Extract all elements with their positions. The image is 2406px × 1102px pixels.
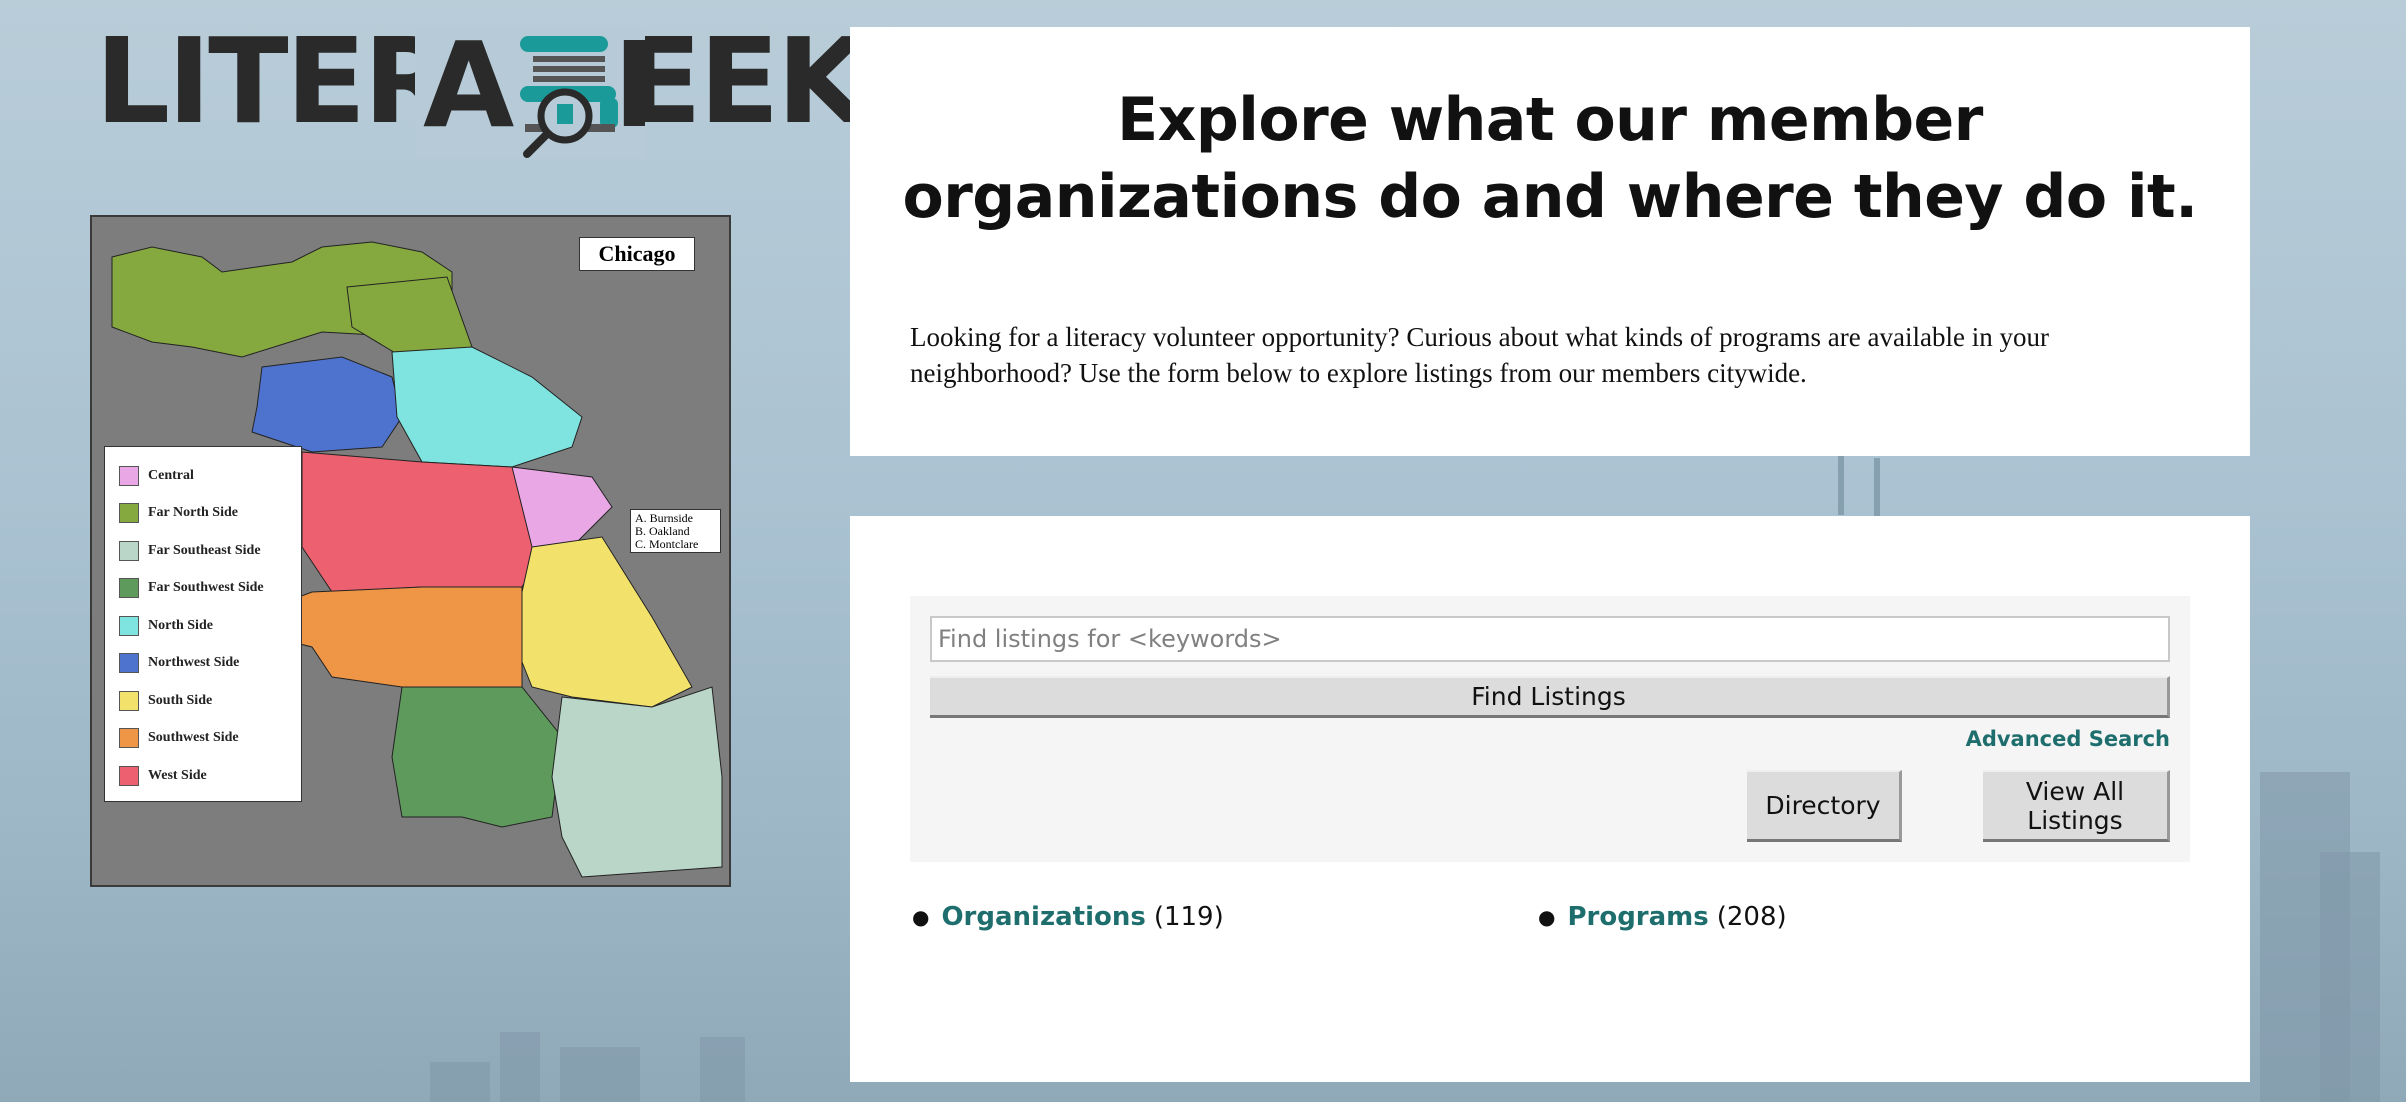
view-all-listings-button[interactable]: View All Listings xyxy=(1983,770,2170,842)
svg-text:A: A xyxy=(423,28,514,154)
legend-swatch xyxy=(119,728,139,749)
advanced-search-link[interactable]: Advanced Search xyxy=(1966,727,2170,751)
legend-swatch xyxy=(119,578,139,599)
legend-swatch xyxy=(119,503,139,524)
legend-item-west-side: West Side xyxy=(119,757,301,795)
legend-item-southwest-side: Southwest Side xyxy=(119,720,301,758)
legend-item-far-southeast-side: Far Southeast Side xyxy=(119,532,301,570)
legend-swatch xyxy=(119,615,139,636)
literaseek-logo[interactable]: LITERASEEK A E xyxy=(95,22,868,158)
legend-item-far-southwest-side: Far Southwest Side xyxy=(119,570,301,608)
programs-count-item: ● Programs (208) xyxy=(1538,902,1787,932)
legend-item-far-north-side: Far North Side xyxy=(119,495,301,533)
intro-text: Looking for a literacy volunteer opportu… xyxy=(910,322,2049,388)
search-panel: Find Listings Advanced Search Directory … xyxy=(850,516,2250,1082)
legend-item-central: Central xyxy=(119,457,301,495)
bullet-icon: ● xyxy=(1538,905,1556,929)
legend-swatch xyxy=(119,540,139,561)
programs-count: (208) xyxy=(1716,902,1787,932)
legend-swatch xyxy=(119,765,139,786)
legend-item-north-side: North Side xyxy=(119,607,301,645)
intro-panel: Explore what our member organizations do… xyxy=(850,27,2250,456)
map-legend: Central Far North Side Far Southeast Sid… xyxy=(104,446,302,802)
legend-item-south-side: South Side xyxy=(119,682,301,720)
legend-swatch xyxy=(119,465,139,486)
search-input[interactable] xyxy=(930,616,2170,662)
organizations-count: (119) xyxy=(1153,902,1224,932)
bullet-icon: ● xyxy=(912,905,930,929)
legend-swatch xyxy=(119,690,139,711)
svg-text:E: E xyxy=(613,28,645,154)
legend-item-northwest-side: Northwest Side xyxy=(119,645,301,683)
book-magnifier-logo-emblem: A E xyxy=(415,28,645,158)
organizations-link[interactable]: Organizations xyxy=(941,902,1145,932)
programs-link[interactable]: Programs xyxy=(1567,902,1708,932)
organizations-count-item: ● Organizations (119) xyxy=(912,902,1224,932)
legend-swatch xyxy=(119,653,139,674)
chicago-community-map: Chicago Central Far North Side Far South… xyxy=(90,215,731,887)
directory-button[interactable]: Directory xyxy=(1747,770,1902,842)
find-listings-button[interactable]: Find Listings xyxy=(930,676,2170,718)
page-headline: Explore what our member organizations do… xyxy=(902,85,2198,232)
search-form: Find Listings Advanced Search Directory … xyxy=(910,596,2190,862)
map-note-box: A. Burnside B. Oakland C. Montclare xyxy=(630,509,721,553)
map-title: Chicago xyxy=(579,237,695,271)
